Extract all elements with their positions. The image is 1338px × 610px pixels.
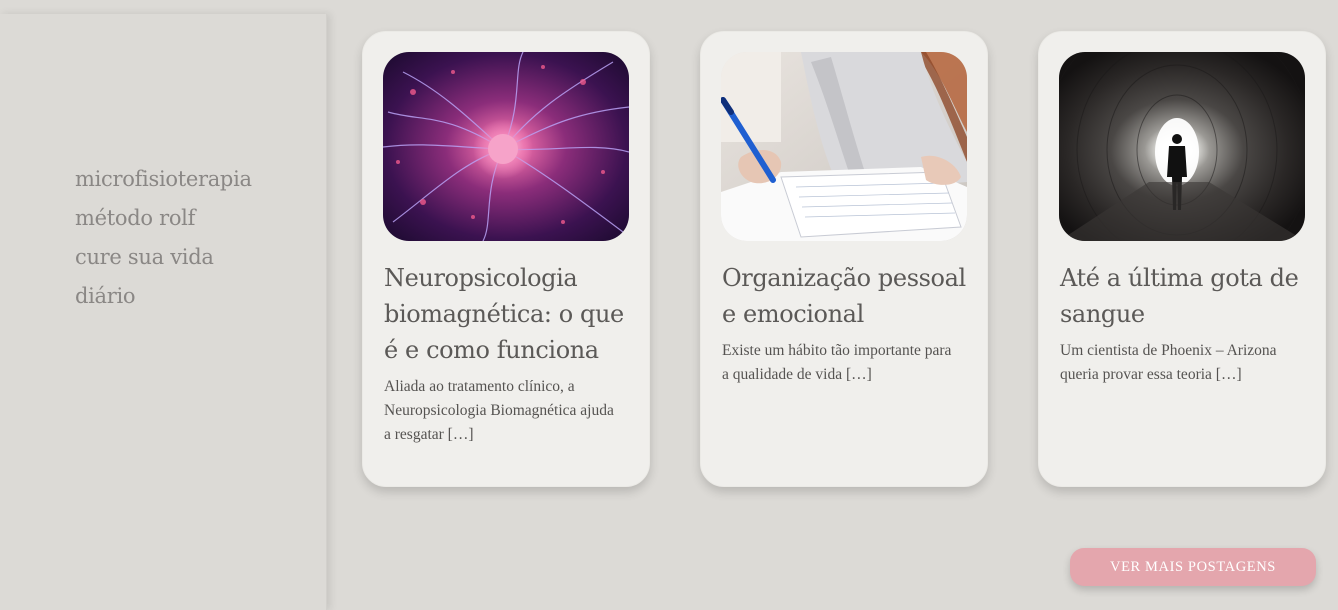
post-image-notebook[interactable]	[721, 52, 967, 241]
post-excerpt: Existe um hábito tão importante para a q…	[722, 342, 952, 383]
sidebar: microfisioterapia método rolf cure sua v…	[0, 14, 327, 610]
post-card[interactable]: Neuropsicologia biomagnética: o que é e …	[362, 31, 650, 487]
writing-notebook-image	[721, 52, 967, 241]
post-title[interactable]: Neuropsicologia biomagnética: o que é e …	[384, 260, 636, 368]
menu-item-diario[interactable]: diário	[75, 277, 252, 316]
post-card[interactable]: Organização pessoal e emocional Existe u…	[700, 31, 988, 487]
post-card[interactable]: Até a última gota de sangue Um cientista…	[1038, 31, 1326, 487]
post-image-tunnel[interactable]	[1059, 52, 1305, 241]
post-excerpt: Aliada ao tratamento clínico, a Neuropsi…	[384, 378, 614, 443]
see-more-posts-button[interactable]: VER MAIS POSTAGENS	[1070, 548, 1316, 586]
menu-item-metodo-rolf[interactable]: método rolf	[75, 199, 252, 238]
tunnel-silhouette-image	[1059, 52, 1305, 241]
post-title[interactable]: Até a última gota de sangue	[1060, 260, 1312, 332]
menu-item-cure-sua-vida[interactable]: cure sua vida	[75, 238, 252, 277]
sidebar-menu: microfisioterapia método rolf cure sua v…	[75, 160, 252, 316]
post-image-neuron[interactable]	[383, 52, 629, 241]
post-excerpt: Um cientista de Phoenix – Arizona queria…	[1060, 342, 1277, 383]
menu-item-microfisioterapia[interactable]: microfisioterapia	[75, 160, 252, 199]
neuron-plasma-image	[383, 52, 629, 241]
post-title[interactable]: Organização pessoal e emocional	[722, 260, 974, 332]
